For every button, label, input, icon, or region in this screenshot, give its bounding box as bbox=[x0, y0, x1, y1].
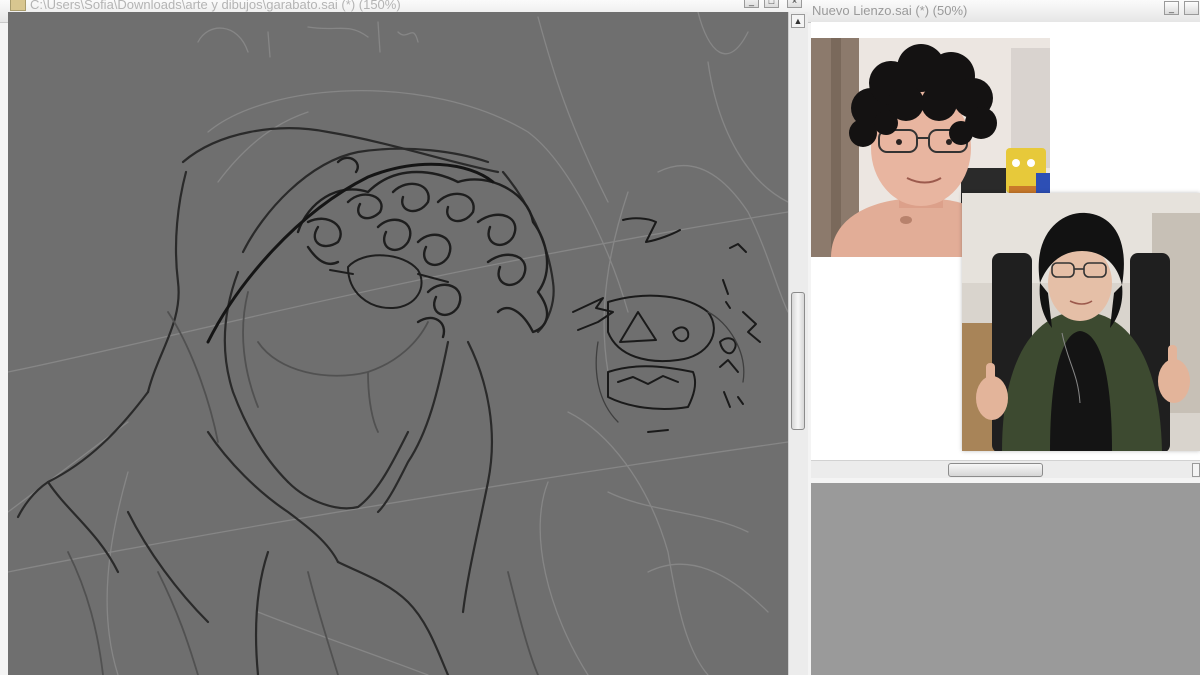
sketch-drawing bbox=[8, 12, 788, 675]
webcam-photo-thumbs-up bbox=[962, 193, 1200, 451]
scroll-right-arrow-icon[interactable] bbox=[1192, 463, 1200, 477]
title-bar[interactable]: Nuevo Lienzo.sai (*) (50%) _ bbox=[808, 0, 1200, 23]
close-button[interactable]: × bbox=[787, 0, 802, 8]
vertical-scrollbar[interactable]: ▲ bbox=[788, 12, 808, 675]
maximize-button[interactable]: □ bbox=[764, 0, 779, 8]
minimize-button[interactable]: _ bbox=[744, 0, 759, 8]
sketch-document-window[interactable]: C:\Users\Sofia\Downloads\arte y dibujos\… bbox=[0, 0, 808, 675]
scroll-up-arrow-icon[interactable]: ▲ bbox=[791, 14, 805, 28]
horizontal-scroll-thumb[interactable] bbox=[948, 463, 1043, 477]
horizontal-scrollbar[interactable] bbox=[811, 460, 1200, 478]
reference-document-window[interactable]: Nuevo Lienzo.sai (*) (50%) _ bbox=[808, 0, 1200, 675]
vertical-scroll-thumb[interactable] bbox=[791, 292, 805, 430]
minimize-button[interactable]: _ bbox=[1164, 1, 1179, 15]
window-title: Nuevo Lienzo.sai (*) (50%) bbox=[812, 3, 968, 18]
drawing-canvas[interactable] bbox=[8, 12, 788, 675]
app-icon bbox=[10, 0, 26, 11]
maximize-button[interactable] bbox=[1184, 1, 1199, 15]
empty-workspace bbox=[811, 483, 1200, 675]
